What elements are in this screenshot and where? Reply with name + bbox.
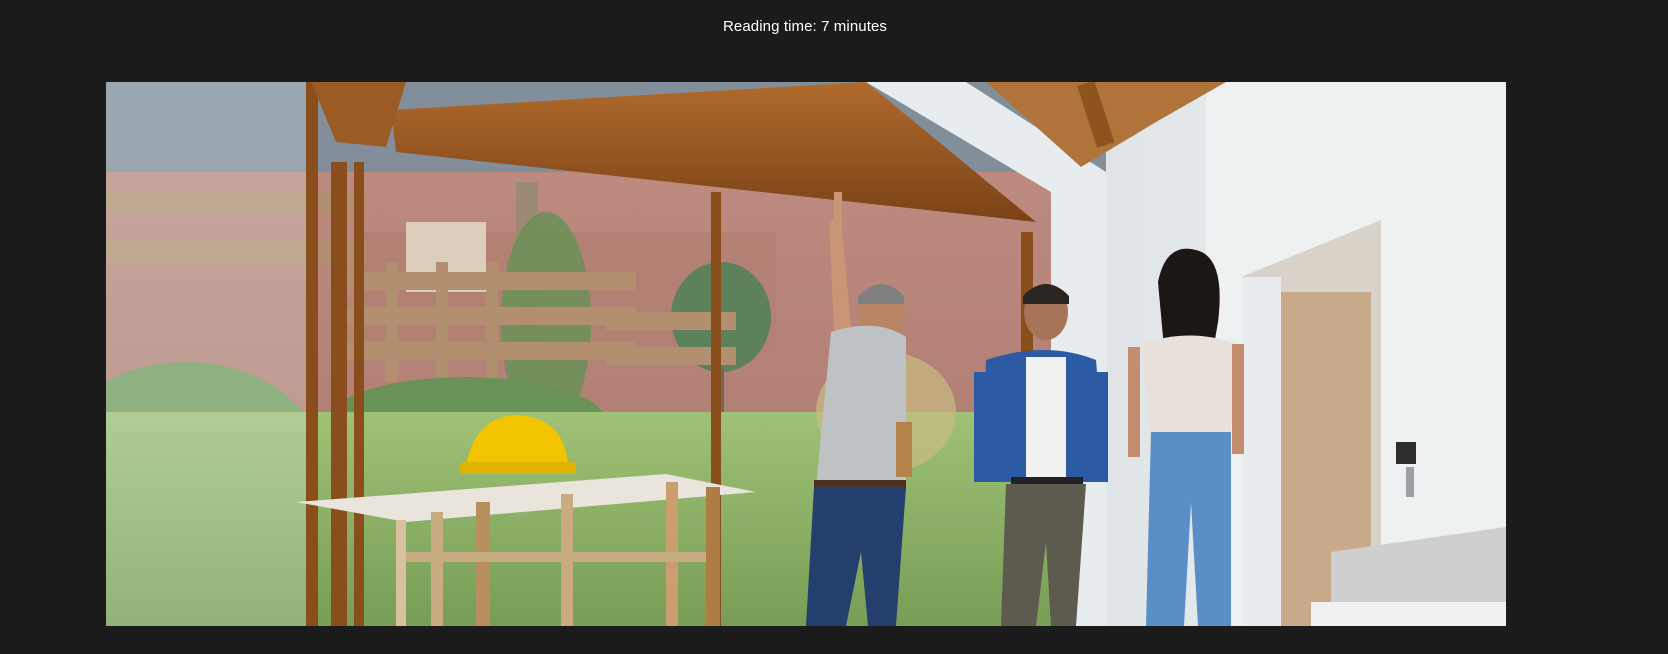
- hero-image: [106, 82, 1506, 626]
- reading-time-label: Reading time: 7 minutes: [722, 18, 888, 35]
- hero-illustration: [106, 82, 1506, 626]
- page: Reading time: 7 minutes: [0, 0, 1668, 654]
